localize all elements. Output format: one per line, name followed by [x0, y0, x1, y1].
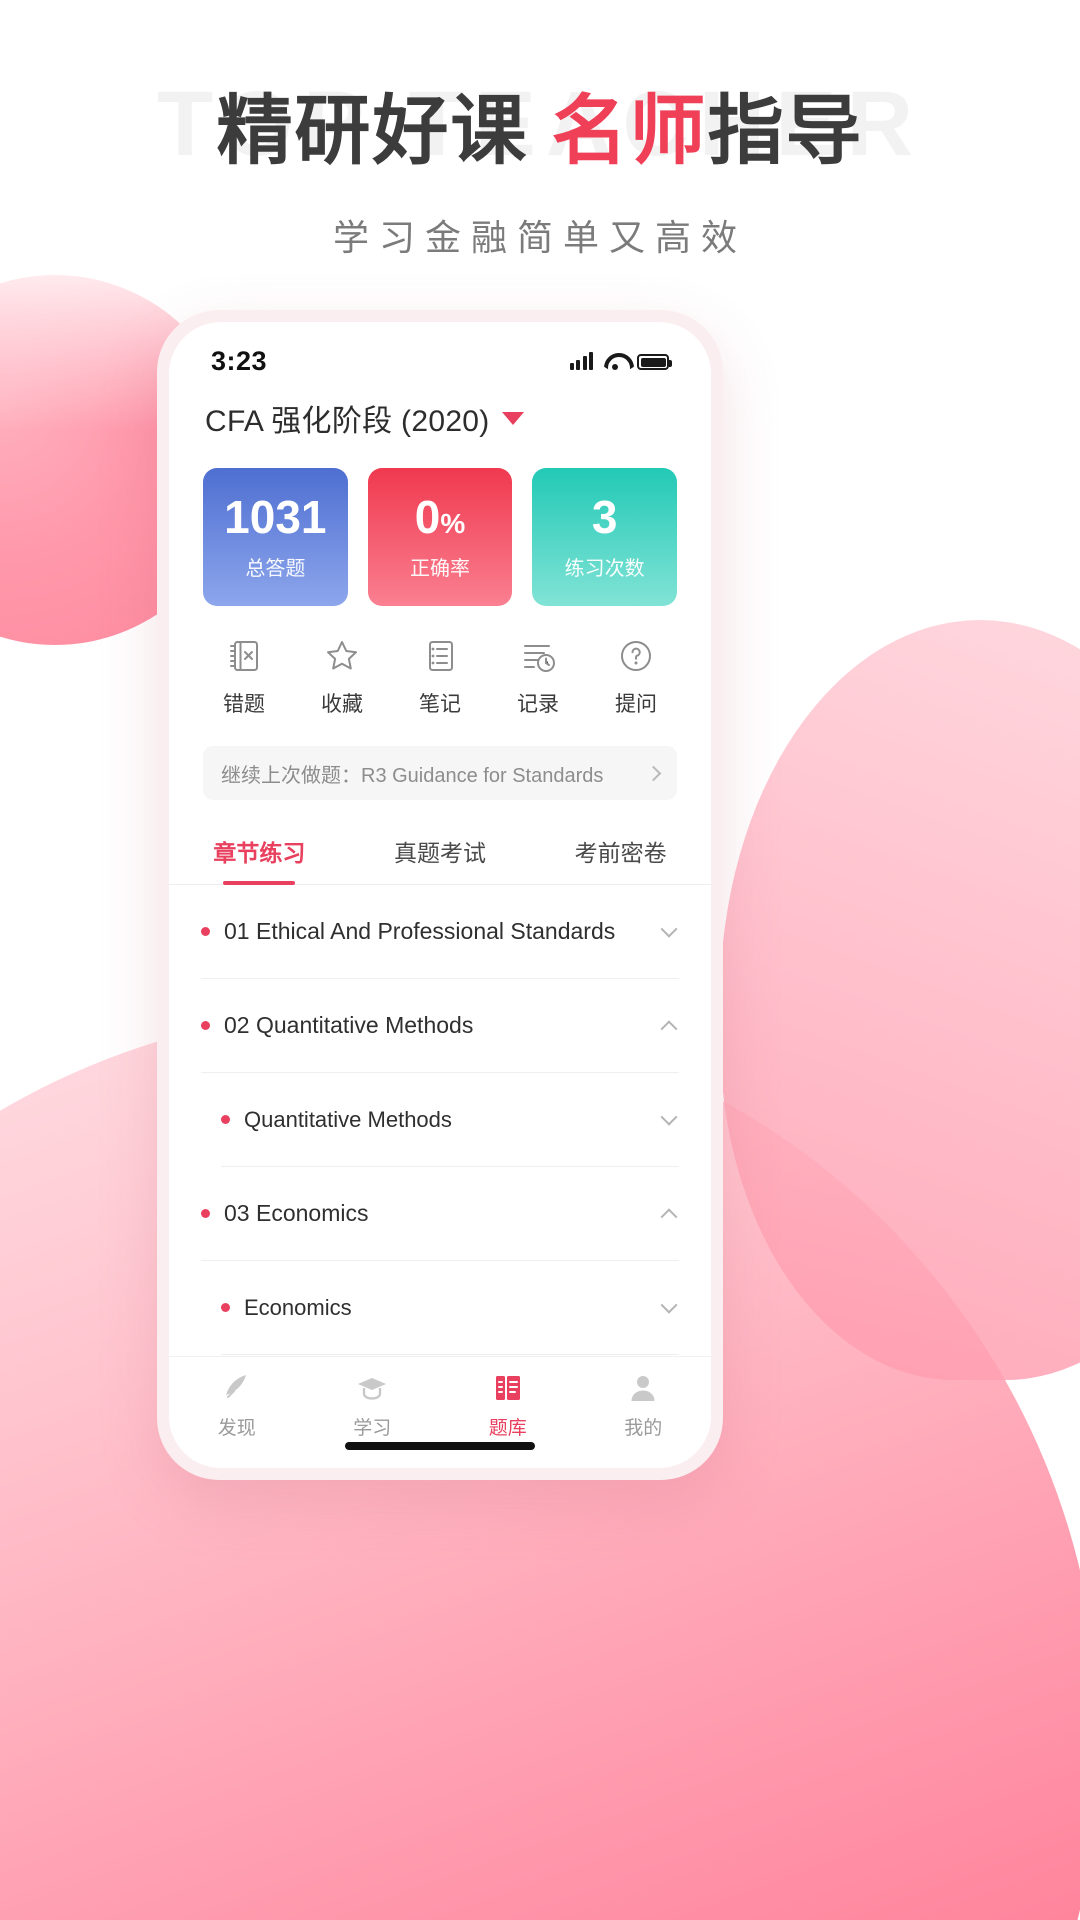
star-icon: [327, 641, 357, 670]
tab-chapter-practice[interactable]: 章节练习: [169, 820, 350, 884]
chapter-label: 02 Quantitative Methods: [224, 1012, 474, 1038]
action-label: 提问: [615, 693, 657, 716]
nav-label: 我的: [624, 1418, 663, 1439]
bullet-dot-icon: [221, 1303, 230, 1312]
app-header[interactable]: CFA 强化阶段 (2020): [169, 382, 711, 446]
chapter-label: 01 Ethical And Professional Standards: [224, 918, 616, 944]
headline-part-1: 精研好课: [216, 89, 529, 174]
action-label: 收藏: [321, 693, 363, 716]
wrong-question-book-icon: [230, 641, 258, 671]
list-item[interactable]: 03 Economics: [201, 1167, 679, 1261]
bullet-dot-icon: [201, 1021, 210, 1030]
action-label: 笔记: [419, 693, 461, 716]
stat-label: 正确率: [410, 557, 470, 580]
battery-full-icon: [637, 354, 672, 370]
quick-actions-row: 错题 收藏 笔记 记录 提问: [169, 606, 711, 724]
list-item[interactable]: Quantitative Methods: [221, 1073, 679, 1167]
page-subtitle: 学习金融简单又高效: [332, 217, 747, 258]
note-icon: [429, 641, 453, 671]
bullet-dot-icon: [221, 1115, 230, 1124]
list-item[interactable]: Economics: [221, 1261, 679, 1355]
chevron-right-icon: [645, 765, 662, 781]
wifi-icon: [604, 353, 626, 370]
action-notes[interactable]: 笔记: [391, 636, 489, 718]
nav-item-profile[interactable]: 我的: [576, 1371, 712, 1440]
person-profile-icon: [631, 1376, 655, 1401]
nav-item-study[interactable]: 学习: [305, 1371, 441, 1440]
compass-discover-icon: [225, 1375, 246, 1398]
action-favorites[interactable]: 收藏: [293, 636, 391, 718]
action-wrong-questions[interactable]: 错题: [195, 636, 293, 718]
home-indicator: [345, 1442, 535, 1450]
stat-label: 练习次数: [564, 557, 645, 580]
continue-text: 继续上次做题：R3 Guidance for Standards: [221, 764, 604, 787]
action-label: 记录: [517, 693, 559, 716]
chevron-down-icon[interactable]: [660, 1296, 678, 1314]
tab-mock-papers[interactable]: 考前密卷: [530, 820, 711, 884]
stat-card-practice-count[interactable]: 3 练习次数: [532, 468, 678, 606]
stat-label: 总答题: [245, 557, 306, 580]
chevron-up-icon[interactable]: [660, 1019, 678, 1037]
headline-accent: 名师: [551, 89, 708, 174]
stat-card-accuracy[interactable]: 0% 正确率: [367, 468, 513, 606]
nav-item-question-bank[interactable]: 题库: [440, 1371, 576, 1440]
action-records[interactable]: 记录: [489, 636, 587, 718]
action-label: 错题: [223, 693, 265, 716]
chevron-up-icon[interactable]: [660, 1207, 678, 1225]
nav-item-discover[interactable]: 发现: [169, 1371, 305, 1440]
stat-value: 3: [591, 490, 618, 543]
nav-label: 学习: [353, 1418, 392, 1439]
question-circle-icon: [621, 641, 651, 671]
chapter-label: Quantitative Methods: [244, 1106, 452, 1132]
status-icons: [569, 352, 672, 370]
chapter-label: 03 Economics: [224, 1200, 369, 1226]
course-title[interactable]: CFA 强化阶段 (2020): [205, 396, 490, 440]
stat-value: 1031: [224, 490, 327, 543]
bullet-dot-icon: [201, 927, 210, 936]
chevron-down-icon[interactable]: [660, 1108, 678, 1126]
status-time: 3:23: [211, 345, 268, 376]
page-title: 精研好课 名师指导: [0, 84, 1080, 179]
phone-screen: 3:23 CFA 强化阶段 (2020) 1031 总答题 0% 正确率 3 练…: [169, 322, 711, 1468]
bottom-navigation: 发现 学习 题库 我的: [169, 1356, 711, 1468]
chapter-label: Economics: [244, 1294, 352, 1320]
caret-down-icon[interactable]: [501, 411, 524, 425]
question-bank-icon: [495, 1376, 520, 1400]
continue-section: 继续上次做题：R3 Guidance for Standards: [169, 724, 711, 800]
headline-part-2: 指导: [707, 89, 864, 174]
history-record-icon: [524, 645, 555, 672]
stat-value: 0%: [414, 490, 466, 543]
chevron-down-icon[interactable]: [660, 920, 678, 938]
action-ask-question[interactable]: 提问: [587, 636, 685, 718]
hero-section: TOP TEACHER 精研好课 名师指导 学习金融简单又高效: [0, 0, 1080, 261]
continue-last-question-bar[interactable]: 继续上次做题：R3 Guidance for Standards: [203, 746, 677, 800]
list-item[interactable]: 02 Quantitative Methods: [201, 979, 679, 1073]
stat-card-total-questions[interactable]: 1031 总答题: [203, 468, 348, 606]
phone-mockup: 3:23 CFA 强化阶段 (2020) 1031 总答题 0% 正确率 3 练…: [157, 310, 723, 1480]
graduation-cap-icon: [358, 1378, 387, 1400]
cellular-signal-icon: [569, 352, 593, 370]
nav-label: 题库: [488, 1418, 527, 1439]
bullet-dot-icon: [201, 1209, 210, 1218]
nav-label: 发现: [217, 1418, 256, 1439]
chapter-list[interactable]: 01 Ethical And Professional Standards 02…: [169, 885, 711, 1356]
tab-bar: 章节练习 真题考试 考前密卷: [169, 820, 711, 885]
status-bar: 3:23: [169, 322, 711, 382]
percent-sign: %: [440, 507, 466, 539]
stats-row: 1031 总答题 0% 正确率 3 练习次数: [169, 446, 711, 606]
tab-past-exams[interactable]: 真题考试: [350, 820, 531, 884]
list-item[interactable]: 01 Ethical And Professional Standards: [201, 885, 679, 979]
